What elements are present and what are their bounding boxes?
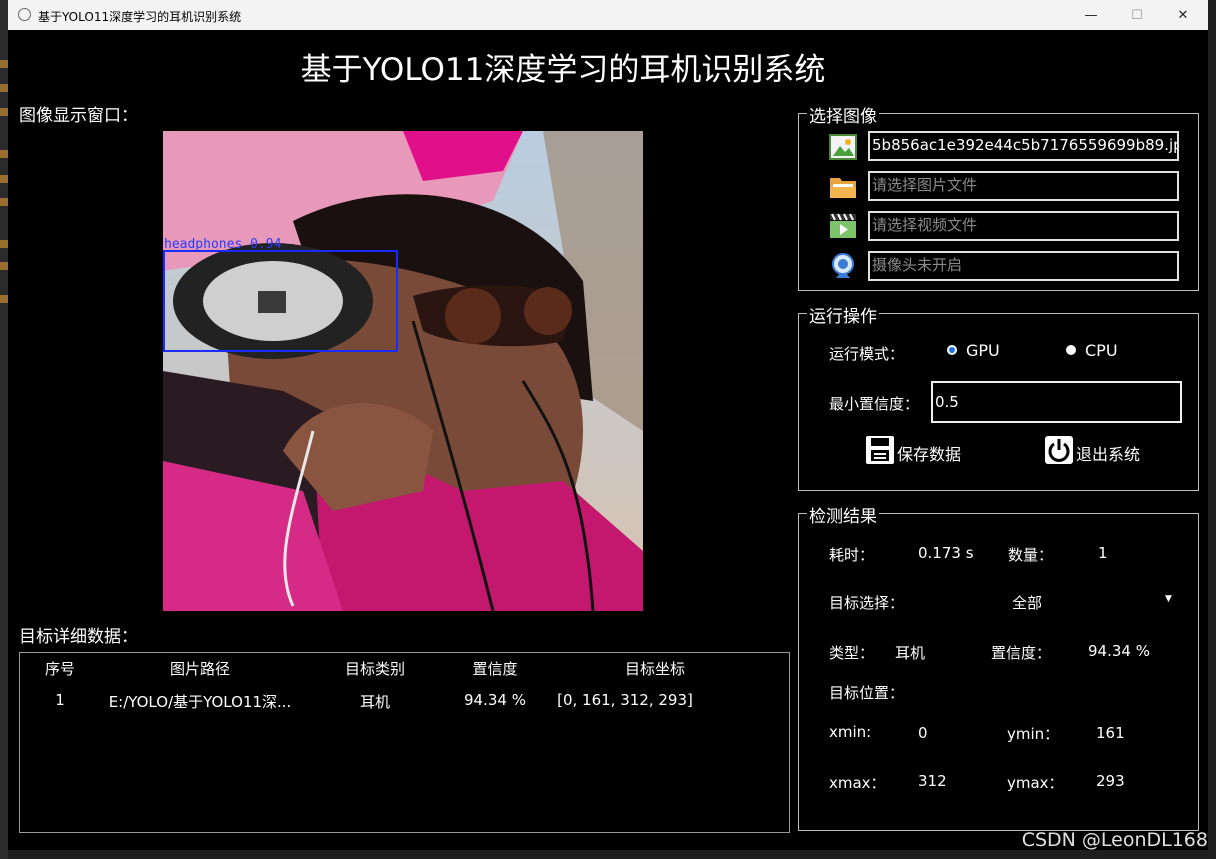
column-header-index[interactable]: 序号	[35, 658, 85, 679]
detection-image-canvas: headphones 0.94	[163, 131, 643, 611]
position-label: 目标位置：	[829, 684, 905, 702]
table-cell-coords[interactable]: [0, 161, 312, 293]	[540, 691, 710, 709]
app-icon	[18, 8, 31, 21]
video-icon[interactable]	[828, 211, 858, 241]
xmax-label: xmax：	[829, 774, 886, 792]
target-select-dropdown[interactable]: 全部	[1012, 592, 1042, 613]
page-title: 基于YOLO11深度学习的耳机识别系统	[300, 52, 826, 88]
video-file-input[interactable]: 请选择视频文件	[868, 211, 1179, 241]
ymax-label: ymax：	[1007, 774, 1064, 792]
table-cell-confidence[interactable]: 94.34 %	[445, 691, 545, 709]
image-path-field[interactable]: 5b856ac1e392e44c5b7176559699b89.jpg	[868, 131, 1179, 161]
detection-image: headphones 0.94	[163, 131, 643, 611]
count-label: 数量：	[1008, 546, 1054, 564]
folder-icon[interactable]	[828, 172, 858, 202]
image-file-input[interactable]: 请选择图片文件	[868, 171, 1179, 201]
maximize-button[interactable]: ☐	[1114, 0, 1160, 30]
type-value: 耳机	[895, 644, 926, 662]
image-panel-label: 图像显示窗口：	[19, 106, 138, 126]
save-icon[interactable]	[865, 435, 895, 465]
gpu-label[interactable]: GPU	[966, 341, 1000, 360]
results-title: 检测结果	[807, 502, 879, 527]
webcam-icon[interactable]	[828, 251, 858, 281]
xmin-label: xmin:	[829, 723, 872, 741]
table-cell-class[interactable]: 耳机	[325, 691, 425, 712]
table-cell-path[interactable]: E:/YOLO/基于YOLO11深...	[100, 691, 300, 712]
column-header-path[interactable]: 图片路径	[140, 658, 260, 679]
save-data-button[interactable]: 保存数据	[897, 441, 961, 465]
gpu-radio[interactable]	[947, 345, 957, 355]
detection-label: headphones 0.94	[164, 237, 282, 252]
exit-system-button[interactable]: 退出系统	[1076, 441, 1140, 465]
xmax-value: 312	[918, 772, 947, 790]
xmin-value: 0	[918, 724, 928, 742]
column-header-coords[interactable]: 目标坐标	[595, 658, 715, 679]
ymin-value: 161	[1096, 724, 1125, 742]
title-bar: 基于YOLO11深度学习的耳机识别系统 — ☐ ✕	[8, 0, 1208, 30]
window-title: 基于YOLO11深度学习的耳机识别系统	[38, 10, 242, 24]
count-value: 1	[1098, 544, 1108, 562]
cpu-radio[interactable]	[1066, 345, 1076, 355]
select-image-title: 选择图像	[807, 102, 879, 127]
run-mode-label: 运行模式：	[829, 345, 905, 363]
close-button[interactable]: ✕	[1160, 0, 1206, 30]
table-cell-index[interactable]: 1	[35, 691, 85, 709]
camera-input[interactable]: 摄像头未开启	[868, 251, 1179, 281]
time-label: 耗时：	[829, 546, 875, 564]
details-label: 目标详细数据：	[19, 627, 138, 647]
chevron-down-icon[interactable]: ▼	[1165, 594, 1172, 604]
column-header-class[interactable]: 目标类别	[325, 658, 425, 679]
power-icon[interactable]	[1044, 435, 1074, 465]
min-confidence-input[interactable]: 0.5	[931, 381, 1182, 423]
app-window: 基于YOLO11深度学习的耳机识别系统 — ☐ ✕ 基于YOLO11深度学习的耳…	[8, 0, 1208, 850]
time-value: 0.173 s	[918, 544, 974, 562]
type-label: 类型：	[829, 644, 875, 662]
watermark: CSDN @LeonDL168	[1021, 829, 1208, 851]
image-icon[interactable]	[828, 132, 858, 162]
target-select-label: 目标选择：	[829, 594, 905, 612]
confidence-label: 置信度：	[991, 644, 1052, 662]
details-table: 序号 图片路径 目标类别 置信度 目标坐标 1 E:/YOLO/基于YOLO11…	[19, 652, 790, 833]
confidence-value: 94.34 %	[1088, 642, 1150, 660]
min-confidence-label: 最小置信度：	[829, 395, 920, 413]
cpu-label[interactable]: CPU	[1085, 341, 1118, 360]
run-title: 运行操作	[807, 302, 879, 327]
column-header-confidence[interactable]: 置信度	[445, 658, 545, 679]
ymin-label: ymin：	[1007, 725, 1060, 743]
minimize-button[interactable]: —	[1068, 0, 1114, 30]
background-ide-strip	[0, 0, 8, 859]
ymax-value: 293	[1096, 772, 1125, 790]
